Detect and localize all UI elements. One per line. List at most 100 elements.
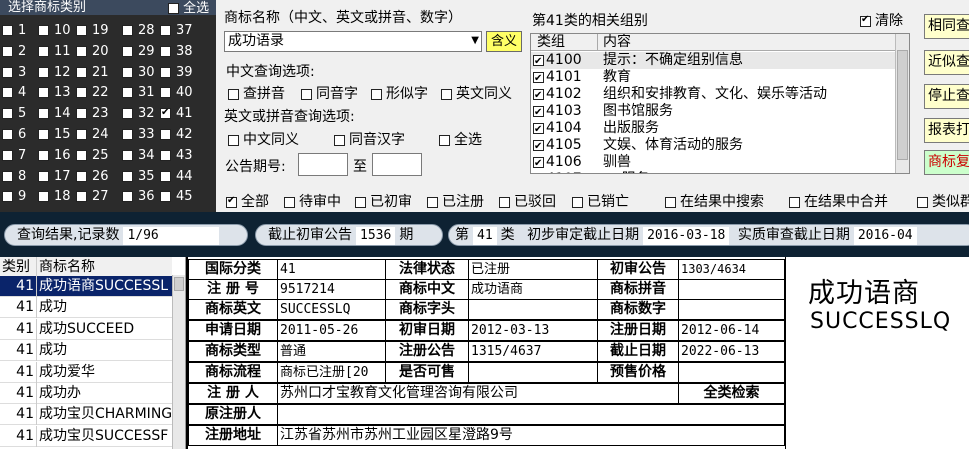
table-row[interactable]: 41 成功SUCCEED [0,318,172,340]
checkbox[interactable] [665,196,676,208]
category-checkbox-39[interactable]: 39 [160,65,193,80]
category-checkbox-1[interactable]: 1 [2,24,26,38]
category-checkbox-32[interactable]: 32 [122,107,155,121]
checkbox[interactable] [439,134,450,146]
group-row-4106[interactable]: 4106 驯兽 [531,154,897,172]
scrollbar-thumb[interactable] [174,277,184,291]
group-row-4105[interactable]: 4105 文娱、体育活动的服务 [531,137,897,155]
table-row[interactable]: 41 成功宝贝SUCCESSF [0,425,172,447]
stop-search-button[interactable]: 停止查 [924,84,969,109]
category-checkbox-12[interactable]: 12 [38,65,71,80]
meaning-button[interactable]: 含义 [486,31,522,52]
checkbox[interactable] [160,170,171,182]
category-checkbox-35[interactable]: 35 [122,169,155,184]
search-in-results[interactable]: 在结果中搜索 [665,191,764,211]
checkbox[interactable] [355,196,366,208]
checkbox[interactable] [2,170,13,182]
checkbox[interactable] [122,191,133,203]
category-checkbox-17[interactable]: 17 [38,169,71,184]
table-row[interactable]: 41 成功 [0,297,172,319]
cn-opt-shape[interactable]: 形似字 [371,83,428,103]
checkbox[interactable] [533,70,544,87]
table-row[interactable]: 41 成功办 [0,383,172,404]
category-checkbox-43[interactable]: 43 [160,148,193,163]
checkbox[interactable] [122,129,133,140]
category-checkbox-2[interactable]: 2 [2,44,26,59]
checkbox[interactable] [917,196,928,208]
checkbox[interactable] [160,191,171,203]
checkbox[interactable] [122,149,133,161]
checkbox[interactable] [76,66,87,78]
checkbox[interactable] [789,196,800,208]
checkbox[interactable] [38,170,49,182]
checkbox[interactable] [160,106,171,120]
category-checkbox-23[interactable]: 23 [76,107,109,121]
category-checkbox-26[interactable]: 26 [76,169,109,184]
checkbox[interactable] [427,196,438,208]
same-search-button[interactable]: 相同查 [924,14,969,39]
checkbox[interactable] [122,66,133,78]
category-checkbox-11[interactable]: 11 [38,44,71,59]
category-checkbox-22[interactable]: 22 [76,86,109,100]
checkbox[interactable] [533,121,544,138]
checkbox[interactable] [334,134,345,146]
category-checkbox-21[interactable]: 21 [76,65,109,80]
category-checkbox-19[interactable]: 19 [76,24,109,38]
checkbox[interactable] [122,25,133,36]
category-checkbox-38[interactable]: 38 [160,44,193,59]
category-checkbox-8[interactable]: 8 [2,169,26,184]
table-row[interactable]: 41 成功爱华 [0,361,172,383]
checkbox[interactable] [122,45,133,57]
category-checkbox-33[interactable]: 33 [122,128,155,142]
results-table[interactable]: 类别 商标名称 41 成功语商SUCCESSL 41 成功 41 成功SUCCEED 41 成… [0,257,186,449]
group-list[interactable]: 类组 内容 4100 提示：不确定组别信息 4101 教育 4102 组织和安排教育、文化… [530,33,910,174]
filter-similar[interactable]: 类似群 [917,191,969,211]
category-checkbox-18[interactable]: 18 [38,190,71,204]
category-checkbox-42[interactable]: 42 [160,128,193,142]
cn-opt-pinyin[interactable]: 查拼音 [228,83,285,103]
results-scrollbar[interactable] [172,275,185,449]
category-checkbox-37[interactable]: 37 [160,24,193,38]
checkbox[interactable] [76,108,87,120]
checkbox[interactable] [2,108,13,120]
checkbox[interactable] [228,134,239,146]
checkbox[interactable] [76,129,87,140]
checkbox[interactable] [38,87,49,99]
checkbox[interactable] [38,129,49,140]
category-checkbox-3[interactable]: 3 [2,65,26,80]
checkbox[interactable] [2,87,13,99]
checkbox[interactable] [534,172,542,174]
checkbox[interactable] [533,53,544,70]
full-search-button[interactable]: 全类检索 [678,383,785,404]
checkbox[interactable] [2,191,13,203]
checkbox[interactable] [160,149,171,161]
category-checkbox-13[interactable]: 13 [38,86,71,100]
filter-cancelled[interactable]: 已销亡 [572,191,629,211]
process-value[interactable]: 商标已注册[20 [277,362,386,383]
checkbox[interactable] [2,129,13,140]
trademark-name-input[interactable]: 成功语录 ▼ [224,31,482,52]
category-checkbox-4[interactable]: 4 [2,86,26,100]
table-row[interactable]: 41 成功 [0,340,172,362]
print-report-button[interactable]: 报表打 [924,118,969,143]
filter-registered[interactable]: 已注册 [427,191,484,211]
group-row-4103[interactable]: 4103 图书馆服务 [531,103,897,121]
checkbox[interactable] [76,191,87,203]
select-all-categories[interactable]: 全选 [168,1,209,16]
filter-initial[interactable]: 已初审 [355,191,412,211]
category-checkbox-24[interactable]: 24 [76,128,109,142]
group-row-4101[interactable]: 4101 教育 [531,69,897,87]
checkbox[interactable] [38,149,49,161]
checkbox[interactable] [38,66,49,78]
filter-all[interactable]: 全部 [226,191,269,211]
checkbox[interactable] [160,87,171,99]
group-row-4102[interactable]: 4102 组织和安排教育、文化、娱乐等活动 [531,86,897,104]
select-all-checkbox[interactable] [168,3,179,14]
checkbox[interactable] [533,155,544,172]
checkbox[interactable] [226,195,237,208]
checkbox[interactable] [38,191,49,203]
checkbox[interactable] [533,138,544,155]
filter-rejected[interactable]: 已驳回 [499,191,556,211]
category-checkbox-45[interactable]: 45 [160,190,193,204]
similar-search-button[interactable]: 近似查 [924,50,969,75]
